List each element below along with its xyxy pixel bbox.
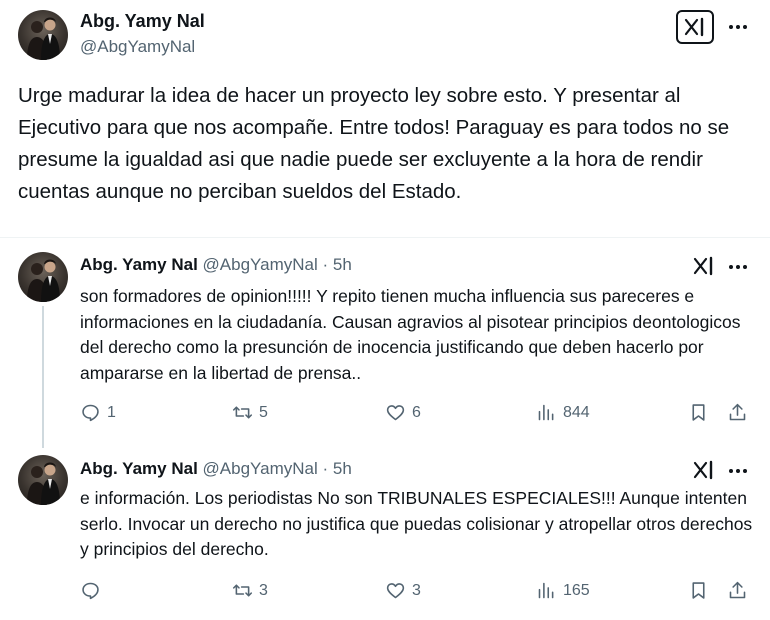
reply-button[interactable]: 1 [80,402,116,423]
post-time[interactable]: · 5h [322,255,351,274]
like-icon [386,405,405,421]
views-icon [538,404,554,421]
avatar[interactable] [18,252,68,302]
post-text: Urge madurar la idea de hacer un proyect… [18,84,730,203]
repost-icon [232,406,253,419]
repost-count: 3 [259,581,268,599]
like-button[interactable]: 3 [385,580,421,601]
grok-icon[interactable] [693,460,715,480]
share-button[interactable] [727,402,748,423]
grok-button[interactable] [676,10,714,44]
author-handle[interactable]: @AbgYamyNal [80,37,195,57]
avatar[interactable] [18,455,68,505]
bookmark-icon [692,404,705,421]
views-icon [538,582,554,599]
share-icon [729,581,746,599]
reply-icon [82,404,99,422]
share-button[interactable] [727,580,748,601]
author-name[interactable]: Abg. Yamy Nal [80,11,205,32]
share-icon [729,403,746,421]
repost-count: 5 [259,403,268,421]
more-icon[interactable] [729,265,747,269]
reply-icon [82,582,99,600]
post-time[interactable]: · 5h [322,459,351,478]
reply-button[interactable] [80,580,107,601]
reply-text: son formadores de opinion!!!!! Y repito … [80,286,741,383]
more-icon[interactable] [729,25,747,29]
grok-icon[interactable] [693,256,715,276]
repost-button[interactable]: 3 [232,580,268,601]
reply-count: 1 [107,403,116,421]
like-icon [386,583,405,599]
bookmark-icon [692,582,705,599]
divider [0,237,770,238]
repost-icon [232,584,253,597]
grok-icon [684,17,704,37]
repost-button[interactable]: 5 [232,402,268,423]
like-count: 6 [412,403,421,421]
reply-header: Abg. Yamy Nal @AbgYamyNal · 5h [80,459,352,479]
reply-header: Abg. Yamy Nal @AbgYamyNal · 5h [80,255,352,275]
author-name[interactable]: Abg. Yamy Nal [80,459,198,478]
views-count: 165 [563,581,590,599]
author-handle[interactable]: @AbgYamyNal [203,255,318,274]
like-count: 3 [412,581,421,599]
views-button[interactable]: 844 [536,402,590,423]
bookmark-button[interactable] [688,580,709,601]
author-name[interactable]: Abg. Yamy Nal [80,255,198,274]
views-count: 844 [563,403,590,421]
like-button[interactable]: 6 [385,402,421,423]
bookmark-button[interactable] [688,402,709,423]
views-button[interactable]: 165 [536,580,590,601]
more-icon[interactable] [729,469,747,473]
reply-text: e información. Los periodistas No son TR… [80,488,753,559]
thread-line [42,306,44,448]
author-handle[interactable]: @AbgYamyNal [203,459,318,478]
avatar[interactable] [18,10,68,60]
